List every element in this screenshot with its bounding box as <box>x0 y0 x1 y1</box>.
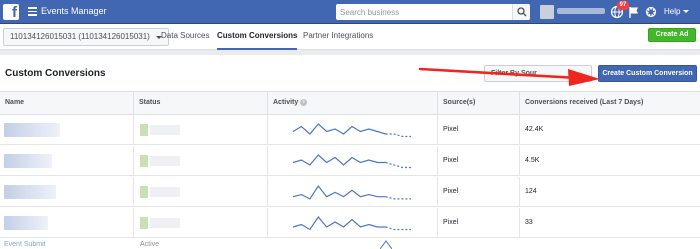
sparkline-dashed <box>385 161 411 169</box>
account-selector-label: 110134126015031 (110134126015031) <box>10 32 150 41</box>
conversions-cell: 124 <box>525 188 537 195</box>
sparkline-solid <box>292 216 386 231</box>
conversion-name-redacted[interactable] <box>4 123 60 137</box>
chevron-down-icon[interactable] <box>683 10 689 13</box>
help-menu[interactable]: Help <box>664 7 680 16</box>
status-indicator <box>140 186 148 198</box>
user-name-redacted[interactable] <box>557 8 605 14</box>
table-row[interactable]: Pixel 42.4K <box>0 115 700 145</box>
column-header-activity[interactable]: Activity i <box>268 92 438 114</box>
column-header-sources[interactable]: Source(s) <box>438 92 520 114</box>
create-ad-button[interactable]: Create Ad <box>648 28 696 42</box>
table-row[interactable]: Pixel 33 <box>0 208 700 238</box>
status-indicator <box>140 217 148 229</box>
status-indicator <box>140 124 148 136</box>
activity-sparkline <box>292 123 411 138</box>
table-header: Name Status Activity i Source(s) Conversi… <box>0 91 700 115</box>
status-indicator <box>140 155 148 167</box>
column-header-activity-label: Activity <box>273 99 299 106</box>
flag-icon[interactable] <box>627 5 641 19</box>
top-bar: f Events Manager 97 Help <box>0 0 700 24</box>
page-title: Custom Conversions <box>5 68 106 79</box>
conversion-name[interactable]: Event Submit <box>4 241 46 248</box>
search-input[interactable] <box>336 4 510 20</box>
create-custom-conversion-button[interactable]: Create Custom Conversion <box>598 65 697 82</box>
sub-navigation: 110134126015031 (110134126015031) Data S… <box>0 24 700 50</box>
status-text-redacted <box>150 156 180 166</box>
search-icon <box>517 7 527 17</box>
tab-partner-integrations[interactable]: Partner Integrations <box>303 31 373 50</box>
facebook-logo-icon[interactable]: f <box>3 4 19 21</box>
table-row[interactable]: Event Submit Active <box>0 239 700 249</box>
conversions-cell: 33 <box>525 219 533 226</box>
source-cell: Pixel <box>438 208 520 238</box>
search-box <box>336 4 530 20</box>
tab-data-sources[interactable]: Data Sources <box>161 31 209 50</box>
app-title: Events Manager <box>41 6 107 16</box>
custom-conversions-panel: Custom Conversions Filter By Sour Create… <box>0 55 700 249</box>
status-badge: Active <box>140 241 160 248</box>
status-text-redacted <box>150 125 180 135</box>
status-text-redacted <box>150 187 180 197</box>
conversion-name-redacted[interactable] <box>4 216 48 230</box>
activity-sparkline <box>292 216 411 231</box>
conversion-name-redacted[interactable] <box>4 185 56 199</box>
source-cell: Pixel <box>438 115 520 145</box>
table-row[interactable]: Pixel 124 <box>0 177 700 207</box>
gear-icon[interactable] <box>644 5 658 19</box>
filter-by-source-button[interactable]: Filter By Sour <box>484 65 592 82</box>
activity-sparkline <box>292 154 411 169</box>
sparkline-dashed <box>385 133 411 138</box>
avatar[interactable] <box>540 5 554 19</box>
activity-sparkline <box>292 184 411 200</box>
menu-icon[interactable] <box>28 7 37 16</box>
source-cell: Pixel <box>438 177 520 207</box>
status-text-redacted <box>150 218 180 228</box>
table-row[interactable]: Pixel 4.5K <box>0 146 700 176</box>
column-header-conversions[interactable]: Conversions received (Last 7 Days) <box>520 92 700 114</box>
column-header-status[interactable]: Status <box>134 92 268 114</box>
sparkline-solid <box>292 184 386 200</box>
sparkline-solid <box>292 154 386 166</box>
column-header-name[interactable]: Name <box>0 92 134 114</box>
account-selector[interactable]: 110134126015031 (110134126015031) <box>3 28 169 46</box>
sparkline-solid <box>292 123 386 135</box>
tab-custom-conversions[interactable]: Custom Conversions <box>217 31 298 50</box>
conversions-cell: 4.5K <box>525 157 540 164</box>
sparkline-dashed <box>385 226 411 231</box>
sparkline-dashed <box>385 196 411 200</box>
search-button[interactable] <box>512 4 530 20</box>
source-cell: Pixel <box>438 146 520 176</box>
conversion-name-redacted[interactable] <box>4 154 52 168</box>
conversions-cell: 42.4K <box>525 126 544 133</box>
info-icon[interactable]: i <box>300 98 308 106</box>
activity-sparkline <box>380 240 392 249</box>
